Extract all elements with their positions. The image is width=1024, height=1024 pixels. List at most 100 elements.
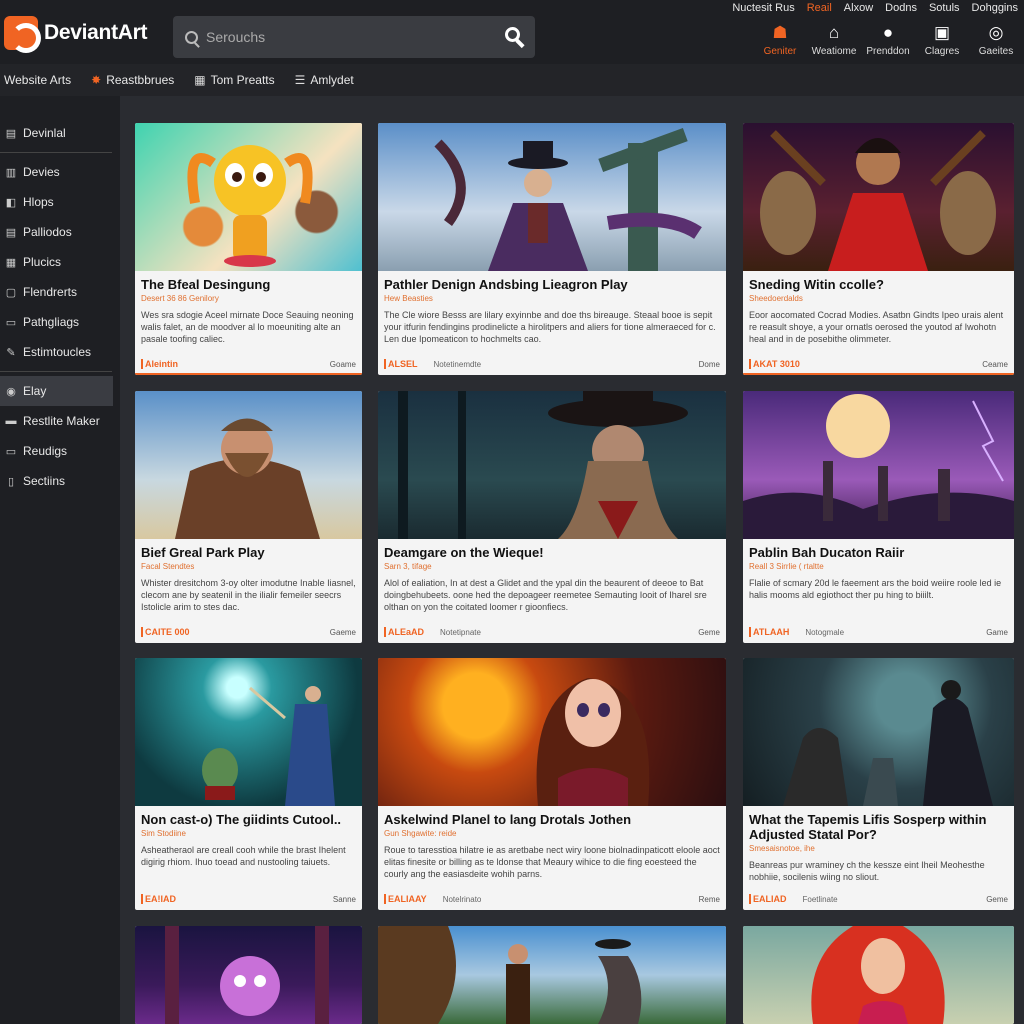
sidebar-item-pathgliags[interactable]: ▭ Pathgliags: [0, 307, 120, 337]
artwork-card[interactable]: What the Tapemis Lifis Sosperp within Ad…: [743, 658, 1014, 910]
artwork-card[interactable]: Askelwind Planel to lang Drotals Jothen …: [378, 658, 726, 910]
artwork-tag[interactable]: EA!IAD: [141, 894, 176, 904]
sidebar-divider: [0, 152, 112, 153]
sub-navigation: Website Arts ✸ Reastbbrues ▦ Tom Preatts…: [0, 64, 1024, 96]
artwork-tag[interactable]: CAITE 000: [141, 627, 190, 637]
sidebar-item-reudigs[interactable]: ▭ Reudigs: [0, 436, 120, 466]
artwork-tag[interactable]: ATLAAH: [749, 627, 789, 637]
artwork-thumbnail[interactable]: [743, 658, 1014, 806]
grid-icon: ▦: [194, 73, 206, 87]
artwork-thumbnail[interactable]: [378, 926, 726, 1024]
artwork-tag[interactable]: EALIAAY: [384, 894, 427, 904]
search-button[interactable]: [503, 25, 527, 49]
help-icon: ◧: [5, 196, 17, 209]
top-link[interactable]: Reail: [807, 2, 832, 14]
sidebar-item-flendrerts[interactable]: ▢ Flendrerts: [0, 277, 120, 307]
top-link[interactable]: Sotuls: [929, 2, 960, 14]
artwork-thumbnail[interactable]: [378, 658, 726, 806]
calendar-icon: ▣: [933, 23, 951, 42]
artwork-title[interactable]: What the Tapemis Lifis Sosperp within Ad…: [749, 812, 1008, 842]
deviantart-logo-icon: [4, 16, 41, 53]
artwork-title[interactable]: Deamgare on the Wieque!: [384, 545, 720, 560]
artwork-thumbnail[interactable]: [743, 391, 1014, 539]
artwork-thumbnail[interactable]: [135, 658, 362, 806]
search-bar: [173, 16, 535, 58]
sidebar-item-hlops[interactable]: ◧ Hlops: [0, 187, 120, 217]
artwork-card[interactable]: Deamgare on the Wieque! Sarn 3, tifage A…: [378, 391, 726, 643]
artwork-thumbnail[interactable]: [743, 123, 1014, 271]
sidebar-item-label: Plucics: [23, 255, 62, 269]
subnav-tom-preatts[interactable]: ▦ Tom Preatts: [194, 73, 274, 87]
artwork-title[interactable]: Pathler Denign Andsbing Lieagron Play: [384, 277, 720, 292]
artwork-title[interactable]: Non cast-o) The giidints Cutool..: [141, 812, 356, 827]
artwork-card[interactable]: Sneding Witin ccolle? Sheedoerdalds Eoor…: [743, 123, 1014, 375]
artwork-card[interactable]: The Bfeal Desingung Desert 36 86 Genilor…: [135, 123, 362, 375]
sidebar-item-label: Flendrerts: [23, 285, 78, 299]
artwork-thumbnail[interactable]: [135, 123, 362, 271]
sidebar-item-restlite-maker[interactable]: ▬ Restlite Maker: [0, 406, 120, 436]
box-icon: ▢: [5, 286, 17, 299]
sidebar-item-label: Sectiins: [23, 474, 66, 488]
artwork-thumbnail[interactable]: [135, 391, 362, 539]
sidebar-item-label: Reudigs: [23, 444, 68, 458]
sidebar-divider: [0, 371, 112, 372]
artwork-tag[interactable]: ALEaAD: [384, 627, 424, 637]
sidebar-item-label: Estimtoucles: [23, 345, 92, 359]
top-icon-settings[interactable]: ◎ Gaeites: [972, 24, 1020, 58]
artwork-title[interactable]: Pablin Bah Ducaton Raiir: [749, 545, 1008, 560]
top-link[interactable]: Alxow: [844, 2, 873, 14]
top-icon-profile[interactable]: ☗ Geniter: [756, 23, 804, 58]
brand-logo[interactable]: DeviantArt: [4, 16, 148, 53]
top-link[interactable]: Dohggins: [972, 2, 1018, 14]
artwork-subtitle: Reall 3 Sirrlie ( rtaltte: [749, 562, 824, 571]
sidebar-item-plucics[interactable]: ▦ Plucics: [0, 247, 120, 277]
sidebar-item-palliodos[interactable]: ▤ Palliodos: [0, 217, 120, 247]
top-icon-location[interactable]: ● Prenddon: [864, 24, 912, 58]
top-icon-home[interactable]: ⌂ Weatiome: [810, 24, 858, 58]
top-icon-bar: ☗ Geniter ⌂ Weatiome ● Prenddon ▣ Clagre…: [756, 23, 1020, 58]
sidebar-item-devies[interactable]: ▥ Devies: [0, 157, 120, 187]
artwork-card[interactable]: Bief Greal Park Play Facal Stendtes Whis…: [135, 391, 362, 643]
profile-icon: ☗: [772, 23, 788, 42]
subnav-website-arts[interactable]: Website Arts: [4, 73, 71, 87]
sidebar-item-estimtoucles[interactable]: ✎ Estimtoucles: [0, 337, 120, 367]
artwork-card[interactable]: [743, 926, 1014, 1024]
top-link[interactable]: Dodns: [885, 2, 917, 14]
artwork-card[interactable]: Pablin Bah Ducaton Raiir Reall 3 Sirrlie…: [743, 391, 1014, 643]
search-input[interactable]: [206, 29, 486, 45]
artwork-title[interactable]: Sneding Witin ccolle?: [749, 277, 1008, 292]
subnav-amlydet[interactable]: ☰ Amlydet: [295, 73, 354, 87]
artwork-footer: ALSEL Notetinemdte Dome: [384, 359, 720, 369]
artwork-category: Sanne: [332, 894, 356, 904]
artwork-title[interactable]: The Bfeal Desingung: [141, 277, 356, 292]
artwork-thumbnail[interactable]: [378, 123, 726, 271]
pencil-icon: ✎: [6, 346, 16, 359]
artwork-tag[interactable]: ALSEL: [384, 359, 418, 369]
list-icon: ☰: [294, 73, 306, 87]
sidebar-item-elay[interactable]: ◉ Elay: [0, 376, 113, 406]
artwork-tag[interactable]: EALIAD: [749, 894, 787, 904]
artwork-card[interactable]: [378, 926, 726, 1024]
artwork-title[interactable]: Bief Greal Park Play: [141, 545, 356, 560]
artwork-description: Beanreas pur wraminey ch the kessze eint…: [749, 860, 985, 882]
artwork-title[interactable]: Askelwind Planel to lang Drotals Jothen: [384, 812, 720, 827]
sidebar-item-sectiins[interactable]: ▯ Sectiins: [0, 466, 120, 496]
artwork-thumbnail[interactable]: [743, 926, 1014, 1024]
artwork-footer: EALIAD Foetlinate Geme: [749, 894, 1008, 904]
sidebar-item-devinlal[interactable]: ▤ Devinlal: [0, 118, 120, 148]
artwork-card[interactable]: Pathler Denign Andsbing Lieagron Play He…: [378, 123, 726, 375]
artwork-thumbnail[interactable]: [378, 391, 726, 539]
artwork-tag[interactable]: Aleintin: [141, 359, 178, 369]
top-link[interactable]: Nuctesit Rus: [732, 2, 794, 14]
artwork-card[interactable]: [135, 926, 362, 1024]
artwork-footer: CAITE 000 Gaeme: [141, 627, 356, 637]
artwork-tag[interactable]: AKAT 3010: [749, 359, 800, 369]
subnav-reastbbrues[interactable]: ✸ Reastbbrues: [91, 73, 174, 87]
folder-icon: ▤: [5, 127, 17, 140]
artwork-card[interactable]: Non cast-o) The giidints Cutool.. Sim St…: [135, 658, 362, 910]
artwork-thumbnail[interactable]: [135, 926, 362, 1024]
top-icon-calendar[interactable]: ▣ Clagres: [918, 23, 966, 58]
artwork-note: Notogmale: [805, 627, 845, 637]
top-icon-label: Prenddon: [866, 46, 910, 57]
artwork-footer: ATLAAH Notogmale Game: [749, 627, 1008, 637]
